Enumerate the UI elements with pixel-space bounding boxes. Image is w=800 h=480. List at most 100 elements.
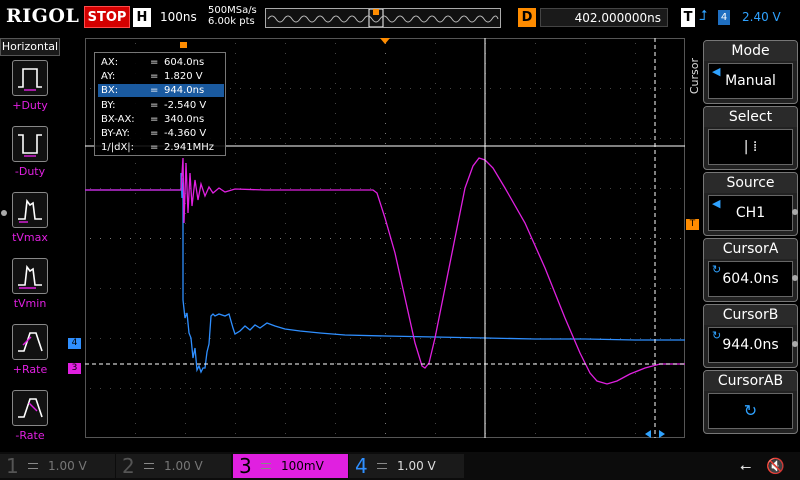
grid-dot bbox=[320, 288, 321, 289]
grid-dot bbox=[535, 83, 536, 84]
grid-dot bbox=[285, 263, 286, 264]
measurement-sidebar: Horizontal +Duty -Duty tVmax tVmin +Rate… bbox=[0, 38, 60, 452]
measure-negative-duty-button[interactable] bbox=[12, 126, 48, 162]
grid-dot bbox=[380, 138, 381, 139]
grid-dot bbox=[240, 88, 241, 89]
readout-name: BX-AX: bbox=[101, 113, 135, 125]
grid-dot bbox=[435, 283, 436, 284]
grid-dot bbox=[635, 183, 636, 184]
grid-dot bbox=[430, 338, 431, 339]
grid-dot bbox=[135, 193, 136, 194]
grid-dot bbox=[340, 338, 341, 339]
grid-dot bbox=[140, 288, 141, 289]
grid-dot bbox=[335, 63, 336, 64]
cursor-b-softkey[interactable]: CursorB ↻ 944.0ns bbox=[703, 304, 798, 368]
grid-dot bbox=[235, 83, 236, 84]
grid-dot bbox=[550, 188, 551, 189]
measure-label: tVmax bbox=[12, 231, 48, 244]
readout-equals: = bbox=[150, 142, 159, 154]
grid-dot bbox=[385, 353, 386, 354]
measure-positive-duty-button[interactable] bbox=[12, 60, 48, 96]
grid-dot bbox=[635, 43, 636, 44]
grid-dot bbox=[235, 153, 236, 154]
grid-dot bbox=[635, 263, 636, 264]
grid-dot bbox=[130, 188, 131, 189]
grid-dot bbox=[640, 238, 641, 239]
channel-3-tab[interactable]: 3 100mV bbox=[233, 454, 348, 478]
cursor-menu: Mode ◀ Manual Select | ⁞ Source ◀ CH1 Cu… bbox=[703, 38, 800, 452]
channel-4-tab[interactable]: 4 1.00 V bbox=[349, 454, 464, 478]
grid-dot bbox=[590, 388, 591, 389]
grid-dot bbox=[240, 138, 241, 139]
channel-1-tab[interactable]: 1 1.00 V bbox=[0, 454, 115, 478]
measure-rise-rate-button[interactable] bbox=[12, 324, 48, 360]
delay-value[interactable]: 402.000000ns bbox=[540, 8, 668, 27]
grid-dot bbox=[285, 413, 286, 414]
grid-dot bbox=[285, 83, 286, 84]
measure-fall-rate-button[interactable] bbox=[12, 390, 48, 426]
grid-dot bbox=[320, 138, 321, 139]
grid-dot bbox=[635, 93, 636, 94]
channel-4-offset-marker[interactable]: 4 bbox=[68, 338, 81, 349]
grid-dot bbox=[250, 238, 251, 239]
grid-dot bbox=[185, 233, 186, 234]
grid-dot bbox=[610, 288, 611, 289]
cursor-a-softkey[interactable]: CursorA ↻ 604.0ns bbox=[703, 238, 798, 302]
grid-dot bbox=[435, 403, 436, 404]
run-stop-button[interactable]: STOP bbox=[84, 6, 130, 28]
delay-label: D bbox=[518, 8, 536, 27]
grid-dot bbox=[435, 43, 436, 44]
grid-dot bbox=[535, 273, 536, 274]
grid-dot bbox=[435, 353, 436, 354]
channel-number: 4 bbox=[355, 454, 368, 478]
memory-overview-bar[interactable] bbox=[265, 8, 501, 28]
readout-equals: = bbox=[150, 57, 159, 68]
grid-dot bbox=[230, 238, 231, 239]
rotate-knob-icon: ↻ bbox=[712, 329, 722, 342]
mode-softkey[interactable]: Mode ◀ Manual bbox=[703, 40, 798, 104]
grid-dot bbox=[170, 338, 171, 339]
grid-dot bbox=[170, 238, 171, 239]
grid-dot bbox=[335, 293, 336, 294]
measure-tvmax-button[interactable] bbox=[12, 192, 48, 228]
grid-dot bbox=[185, 293, 186, 294]
grid-dot bbox=[135, 333, 136, 334]
grid-dot bbox=[460, 138, 461, 139]
grid-dot bbox=[135, 213, 136, 214]
grid-dot bbox=[370, 88, 371, 89]
channel-2-tab[interactable]: 2 1.00 V bbox=[116, 454, 231, 478]
channel-3-offset-marker[interactable]: 3 bbox=[68, 363, 81, 374]
grid-dot bbox=[660, 188, 661, 189]
timebase-value[interactable]: 100ns bbox=[160, 10, 197, 24]
grid-dot bbox=[330, 288, 331, 289]
grid-dot bbox=[435, 373, 436, 374]
grid-dot bbox=[360, 388, 361, 389]
grid-dot bbox=[420, 238, 421, 239]
grid-dot bbox=[185, 253, 186, 254]
grid-dot bbox=[285, 63, 286, 64]
cursor-ab-softkey[interactable]: CursorAB ↻ bbox=[703, 370, 798, 434]
grid-dot bbox=[210, 338, 211, 339]
dc-coupling-icon bbox=[377, 463, 387, 469]
grid-dot bbox=[335, 113, 336, 114]
measure-tvmin-button[interactable] bbox=[12, 258, 48, 294]
grid-dot bbox=[135, 283, 136, 284]
grid-dot bbox=[135, 163, 136, 164]
trigger-level[interactable]: 2.40 V bbox=[742, 10, 781, 24]
speaker-mute-icon[interactable]: 🔇 bbox=[766, 457, 785, 475]
grid-dot bbox=[435, 103, 436, 104]
trigger-level-marker[interactable]: T bbox=[686, 219, 699, 230]
grid-dot bbox=[435, 243, 436, 244]
select-softkey[interactable]: Select | ⁞ bbox=[703, 106, 798, 170]
grid-dot bbox=[450, 388, 451, 389]
measurement-category[interactable]: Horizontal bbox=[0, 38, 60, 56]
grid-dot bbox=[385, 403, 386, 404]
grid-dot bbox=[385, 83, 386, 84]
source-softkey[interactable]: Source ◀ CH1 bbox=[703, 172, 798, 236]
scroll-indicator bbox=[792, 275, 798, 281]
grid-dot bbox=[230, 288, 231, 289]
grid-dot bbox=[585, 403, 586, 404]
grid-dot bbox=[135, 203, 136, 204]
select-value: | ⁞ bbox=[743, 139, 758, 155]
grid-dot bbox=[435, 433, 436, 434]
